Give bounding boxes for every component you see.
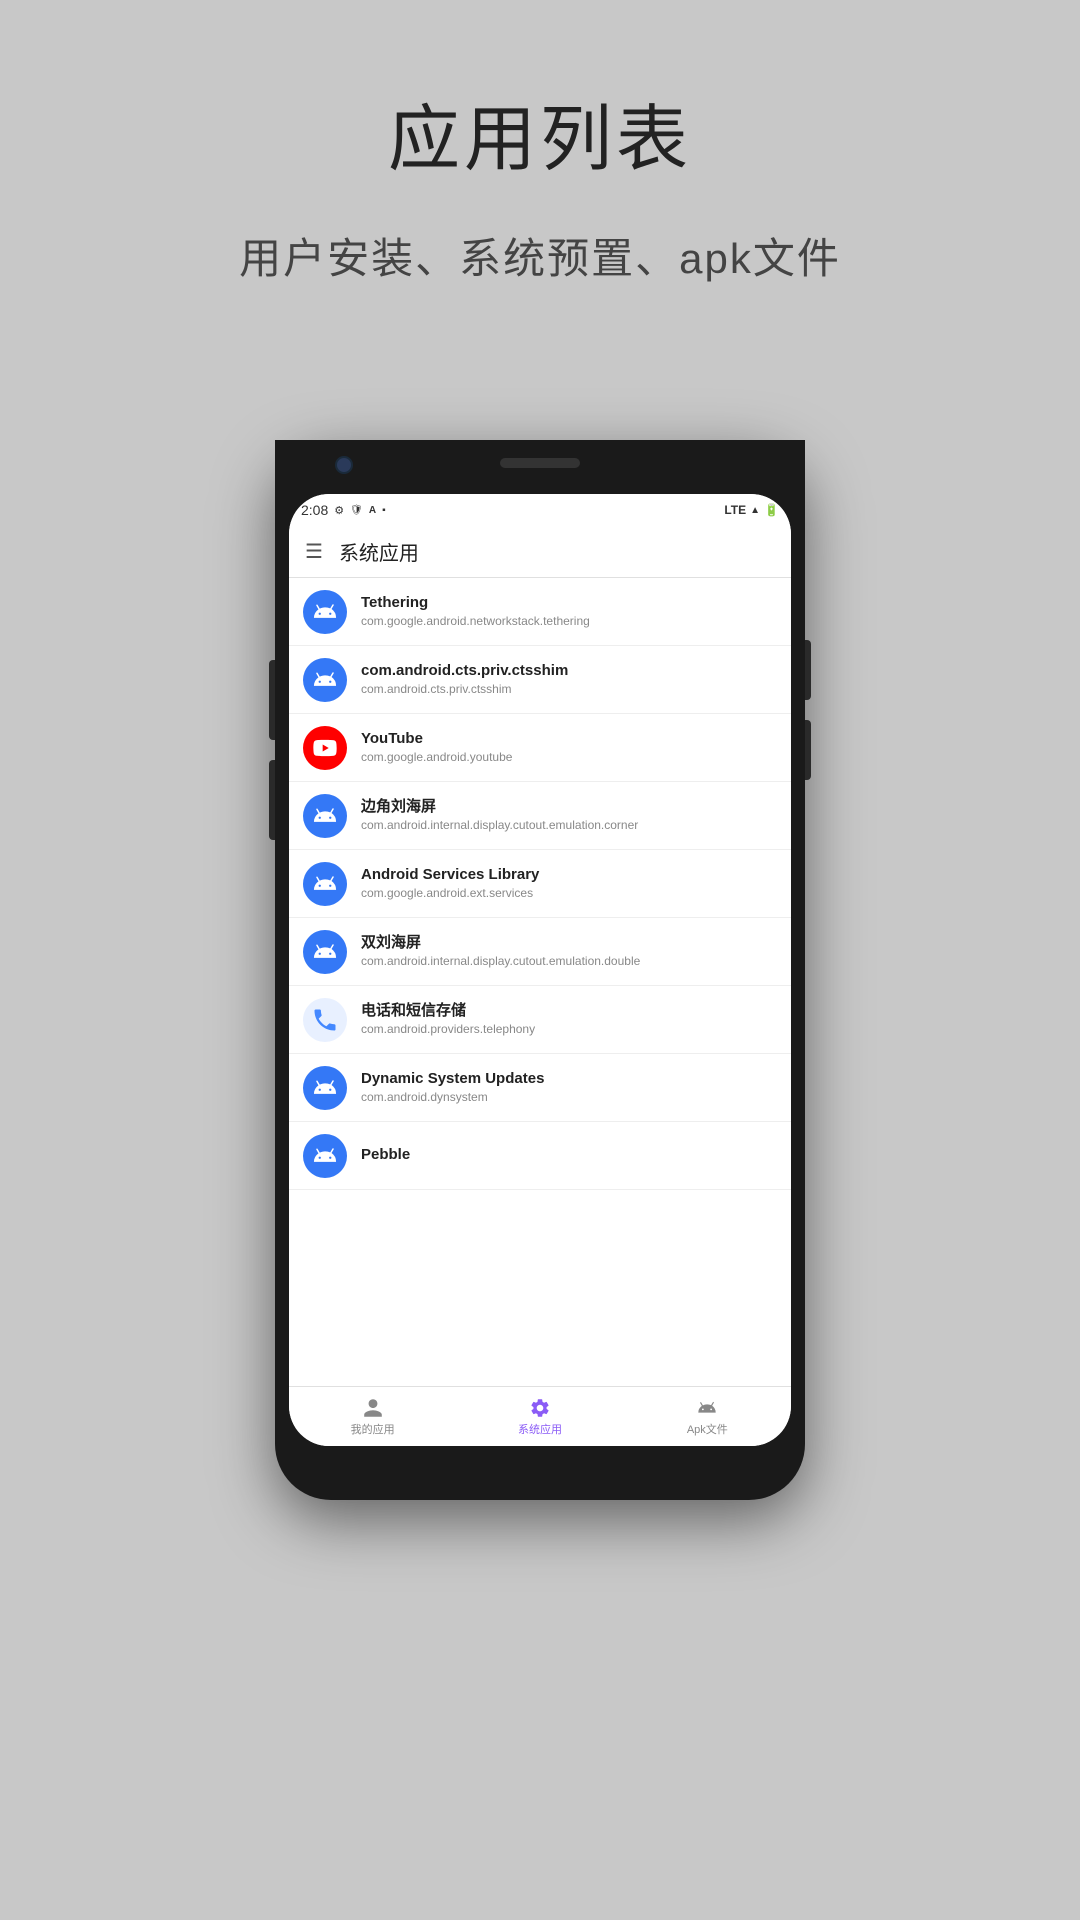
app-package: com.android.internal.display.cutout.emul… bbox=[361, 954, 640, 970]
page-title: 应用列表 bbox=[0, 80, 1080, 185]
phone-mockup: 2:08 ⚙ 🛡 A ▪ LTE ▲ 🔋 ☰ 系统应用 bbox=[275, 440, 805, 1500]
app-package: com.google.android.ext.services bbox=[361, 886, 539, 902]
list-item[interactable]: Tethering com.google.android.networkstac… bbox=[289, 578, 791, 646]
app-icon-telephony bbox=[303, 998, 347, 1042]
app-icon-pebble bbox=[303, 1134, 347, 1178]
app-info-dynsystem: Dynamic System Updates com.android.dynsy… bbox=[361, 1069, 544, 1106]
app-icon-youtube bbox=[303, 726, 347, 770]
phone-speaker bbox=[500, 458, 580, 468]
nav-item-system-apps[interactable]: 系统应用 bbox=[456, 1397, 623, 1437]
list-item[interactable]: com.android.cts.priv.ctsshim com.android… bbox=[289, 646, 791, 714]
list-item[interactable]: 双刘海屏 com.android.internal.display.cutout… bbox=[289, 918, 791, 986]
nav-label-apk: Apk文件 bbox=[687, 1421, 728, 1437]
phone-icon bbox=[311, 1006, 339, 1034]
app-bar: ☰ 系统应用 bbox=[289, 526, 791, 578]
nav-item-apk[interactable]: Apk文件 bbox=[624, 1397, 791, 1437]
battery-status-icon: 🔋 bbox=[764, 503, 779, 517]
power-button bbox=[269, 760, 275, 840]
android-icon bbox=[311, 1074, 339, 1102]
app-package: com.android.internal.display.cutout.emul… bbox=[361, 818, 638, 834]
youtube-play-icon bbox=[311, 734, 339, 762]
list-item[interactable]: Dynamic System Updates com.android.dynsy… bbox=[289, 1054, 791, 1122]
screen-content: 2:08 ⚙ 🛡 A ▪ LTE ▲ 🔋 ☰ 系统应用 bbox=[289, 494, 791, 1446]
status-time: 2:08 bbox=[301, 502, 328, 518]
app-icon-services-lib bbox=[303, 862, 347, 906]
app-name: YouTube bbox=[361, 729, 512, 749]
person-icon bbox=[362, 1397, 384, 1419]
app-list[interactable]: Tethering com.google.android.networkstac… bbox=[289, 578, 791, 1386]
app-info-tethering: Tethering com.google.android.networkstac… bbox=[361, 593, 590, 630]
app-package: com.google.android.networkstack.tetherin… bbox=[361, 614, 590, 630]
settings-icon bbox=[529, 1397, 551, 1419]
lte-label: LTE bbox=[724, 503, 746, 517]
volume-button bbox=[269, 660, 275, 740]
phone-screen: 2:08 ⚙ 🛡 A ▪ LTE ▲ 🔋 ☰ 系统应用 bbox=[289, 494, 791, 1446]
signal-icon: ▲ bbox=[750, 505, 760, 516]
a-icon: A bbox=[369, 505, 376, 516]
app-info-youtube: YouTube com.google.android.youtube bbox=[361, 729, 512, 766]
app-name: 边角刘海屏 bbox=[361, 797, 638, 817]
android-icon bbox=[311, 802, 339, 830]
phone-top-bar bbox=[275, 440, 805, 494]
list-item[interactable]: YouTube com.google.android.youtube bbox=[289, 714, 791, 782]
page-subtitle: 用户安装、系统预置、apk文件 bbox=[0, 225, 1080, 286]
app-name: Pebble bbox=[361, 1145, 410, 1165]
nav-label-system-apps: 系统应用 bbox=[518, 1421, 562, 1437]
android-nav-icon bbox=[696, 1397, 718, 1419]
hamburger-icon[interactable]: ☰ bbox=[305, 539, 323, 564]
bottom-nav: 我的应用 系统应用 Apk文件 bbox=[289, 1386, 791, 1446]
app-info-corner-cutout: 边角刘海屏 com.android.internal.display.cutou… bbox=[361, 797, 638, 834]
phone-shell: 2:08 ⚙ 🛡 A ▪ LTE ▲ 🔋 ☰ 系统应用 bbox=[275, 440, 805, 1500]
android-icon bbox=[311, 938, 339, 966]
app-icon-cts bbox=[303, 658, 347, 702]
app-icon-dynsystem bbox=[303, 1066, 347, 1110]
app-info-pebble: Pebble bbox=[361, 1145, 410, 1167]
list-item[interactable]: Pebble bbox=[289, 1122, 791, 1190]
app-icon-double-cutout bbox=[303, 930, 347, 974]
app-name: Dynamic System Updates bbox=[361, 1069, 544, 1089]
android-icon bbox=[311, 1142, 339, 1170]
app-bar-title: 系统应用 bbox=[339, 537, 419, 566]
nav-label-my-apps: 我的应用 bbox=[351, 1421, 395, 1437]
app-name: Android Services Library bbox=[361, 865, 539, 885]
battery-icon: ▪ bbox=[382, 505, 386, 516]
app-info-telephony: 电话和短信存储 com.android.providers.telephony bbox=[361, 1001, 535, 1038]
app-icon-corner bbox=[303, 794, 347, 838]
app-name: com.android.cts.priv.ctsshim bbox=[361, 661, 568, 681]
status-left: 2:08 ⚙ 🛡 A ▪ bbox=[301, 502, 386, 518]
app-name: Tethering bbox=[361, 593, 590, 613]
android-icon bbox=[311, 598, 339, 626]
phone-camera bbox=[335, 456, 353, 474]
app-info-services-lib: Android Services Library com.google.andr… bbox=[361, 865, 539, 902]
shield-icon: 🛡 bbox=[350, 505, 363, 516]
list-item[interactable]: Android Services Library com.google.andr… bbox=[289, 850, 791, 918]
app-name: 电话和短信存储 bbox=[361, 1001, 535, 1021]
app-info-cts: com.android.cts.priv.ctsshim com.android… bbox=[361, 661, 568, 698]
android-icon bbox=[311, 870, 339, 898]
app-package: com.google.android.youtube bbox=[361, 750, 512, 766]
status-bar: 2:08 ⚙ 🛡 A ▪ LTE ▲ 🔋 bbox=[289, 494, 791, 526]
app-package: com.android.dynsystem bbox=[361, 1090, 544, 1106]
app-package: com.android.cts.priv.ctsshim bbox=[361, 682, 568, 698]
app-info-double-cutout: 双刘海屏 com.android.internal.display.cutout… bbox=[361, 933, 640, 970]
app-name: 双刘海屏 bbox=[361, 933, 640, 953]
list-item[interactable]: 边角刘海屏 com.android.internal.display.cutou… bbox=[289, 782, 791, 850]
app-icon-tethering bbox=[303, 590, 347, 634]
status-right: LTE ▲ 🔋 bbox=[724, 503, 779, 517]
android-icon bbox=[311, 666, 339, 694]
gear-icon: ⚙ bbox=[334, 504, 344, 517]
list-item[interactable]: 电话和短信存储 com.android.providers.telephony bbox=[289, 986, 791, 1054]
nav-item-my-apps[interactable]: 我的应用 bbox=[289, 1397, 456, 1437]
app-package: com.android.providers.telephony bbox=[361, 1022, 535, 1038]
